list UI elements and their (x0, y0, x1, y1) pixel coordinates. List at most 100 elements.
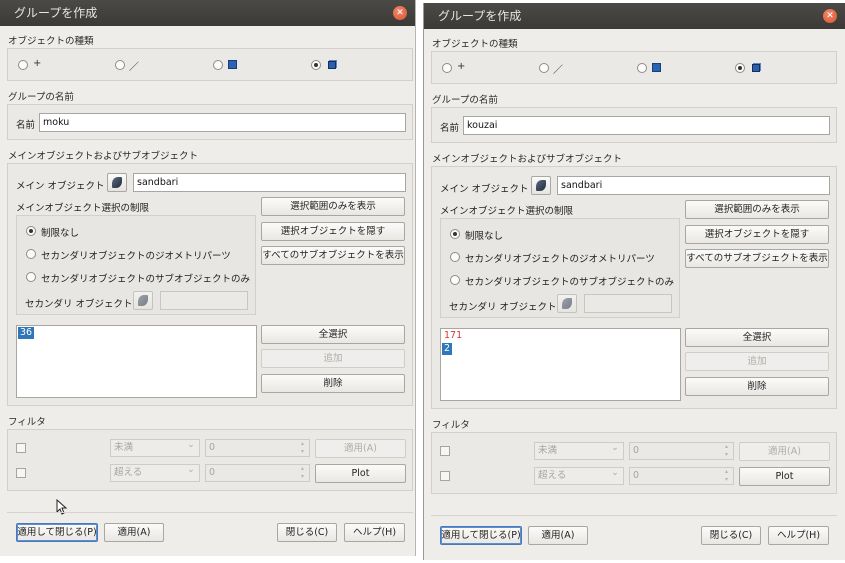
radio-solid[interactable] (311, 60, 321, 70)
list-item[interactable]: 2 (442, 343, 453, 355)
selection-arrow-icon (112, 177, 122, 188)
main-sub-box: メイン オブジェクト sandbari メインオブジェクト選択の制限 制限なし … (7, 163, 413, 406)
select-all-button[interactable]: 全選択 (261, 325, 405, 344)
point-icon: + (457, 61, 466, 72)
restriction-label-2: セカンダリオブジェクトのジオメトリパーツ (41, 251, 231, 262)
plot-button[interactable]: Plot (315, 464, 406, 483)
filter-combo-greater[interactable]: 超える (534, 465, 624, 485)
secondary-object-label: セカンダリ オブジェクト (25, 299, 133, 310)
restriction-label-2: セカンダリオブジェクトのジオメトリパーツ (465, 254, 655, 265)
filter-checkbox-greater[interactable] (16, 468, 26, 478)
main-object-label: メイン オブジェクト (440, 184, 529, 195)
radio-sub-objects-only[interactable] (450, 275, 460, 285)
filter-value-less[interactable]: 0 (629, 442, 734, 460)
radio-point[interactable] (18, 60, 28, 70)
selection-arrow-icon (138, 295, 148, 306)
secondary-object-field[interactable] (584, 294, 672, 313)
selection-arrow-icon (562, 298, 572, 309)
close-button[interactable]: 閉じる(C) (277, 523, 337, 542)
filter-checkbox-less[interactable] (16, 443, 26, 453)
solid-icon (328, 61, 336, 69)
close-icon[interactable]: ✕ (393, 6, 407, 20)
list-item[interactable]: 171 (442, 330, 464, 342)
filter-box: 未満 0 適用(A) 超える 0 Plot (7, 429, 413, 491)
apply-button[interactable]: 適用(A) (528, 526, 588, 545)
filter-checkbox-less[interactable] (440, 446, 450, 456)
selection-arrow-icon (536, 180, 546, 191)
object-type-heading: オブジェクトの種類 (8, 36, 94, 47)
radio-line[interactable] (539, 63, 549, 73)
restriction-box: 制限なし セカンダリオブジェクトのジオメトリパーツ セカンダリオブジェクトのサブ… (16, 215, 256, 315)
line-icon: ／ (129, 62, 139, 73)
radio-surface[interactable] (637, 63, 647, 73)
restriction-label-1: 制限なし (41, 228, 80, 239)
radio-surface[interactable] (213, 60, 223, 70)
subobject-list[interactable]: 171 2 (440, 328, 681, 401)
restriction-label-1: 制限なし (465, 231, 504, 242)
remove-button[interactable]: 削除 (261, 374, 405, 393)
filter-apply-button[interactable]: 適用(A) (739, 442, 830, 461)
select-main-object-button[interactable] (531, 176, 551, 195)
apply-and-close-button[interactable]: 適用して閉じる(P) (440, 526, 522, 545)
radio-no-restriction[interactable] (26, 226, 36, 236)
help-button[interactable]: ヘルプ(H) (768, 526, 829, 545)
name-label: 名前 (440, 123, 460, 134)
title-bar: グループを作成 ✕ (0, 0, 415, 26)
group-name-input[interactable]: kouzai (463, 116, 830, 135)
close-icon[interactable]: ✕ (823, 9, 837, 23)
radio-geometry-parts[interactable] (450, 252, 460, 262)
title-bar: グループを作成 ✕ (424, 3, 845, 29)
group-name-box: 名前 kouzai (431, 107, 837, 143)
remove-button[interactable]: 削除 (685, 377, 829, 396)
radio-line[interactable] (115, 60, 125, 70)
hide-selected-button[interactable]: 選択オブジェクトを隠す (685, 225, 829, 244)
show-only-selected-button[interactable]: 選択範囲のみを表示 (685, 200, 829, 219)
filter-combo-greater[interactable]: 超える (110, 462, 200, 482)
surface-icon (652, 63, 661, 72)
apply-button[interactable]: 適用(A) (104, 523, 164, 542)
filter-value-less[interactable]: 0 (205, 439, 310, 457)
footer-separator (431, 515, 837, 516)
select-all-button[interactable]: 全選択 (685, 328, 829, 347)
add-button[interactable]: 追加 (685, 352, 829, 371)
surface-icon (228, 60, 237, 69)
radio-sub-objects-only[interactable] (26, 272, 36, 282)
line-icon: ／ (553, 65, 563, 76)
main-sub-box: メイン オブジェクト sandbari メインオブジェクト選択の制限 制限なし … (431, 166, 837, 409)
point-icon: + (33, 58, 42, 69)
main-object-field[interactable]: sandbari (557, 176, 830, 195)
show-only-selected-button[interactable]: 選択範囲のみを表示 (261, 197, 405, 216)
help-button[interactable]: ヘルプ(H) (344, 523, 405, 542)
filter-value-greater[interactable]: 0 (629, 467, 734, 485)
apply-and-close-button[interactable]: 適用して閉じる(P) (16, 523, 98, 542)
group-name-input[interactable]: moku (39, 113, 406, 132)
group-name-heading: グループの名前 (8, 92, 74, 103)
restriction-label-3: セカンダリオブジェクトのサブオブジェクトのみ (41, 274, 251, 285)
footer-separator (7, 512, 413, 513)
show-all-subobjects-button[interactable]: すべてのサブオブジェクトを表示 (261, 246, 405, 265)
solid-icon (752, 64, 760, 72)
filter-value-greater[interactable]: 0 (205, 464, 310, 482)
main-object-field[interactable]: sandbari (133, 173, 406, 192)
close-button[interactable]: 閉じる(C) (701, 526, 761, 545)
select-main-object-button[interactable] (107, 173, 127, 192)
filter-apply-button[interactable]: 適用(A) (315, 439, 406, 458)
radio-solid[interactable] (735, 63, 745, 73)
show-all-subobjects-button[interactable]: すべてのサブオブジェクトを表示 (685, 249, 829, 268)
filter-combo-less[interactable]: 未満 (110, 437, 200, 457)
secondary-object-field[interactable] (160, 291, 248, 310)
select-secondary-object-button[interactable] (557, 294, 577, 313)
add-button[interactable]: 追加 (261, 349, 405, 368)
radio-point[interactable] (442, 63, 452, 73)
filter-checkbox-greater[interactable] (440, 471, 450, 481)
list-item[interactable]: 36 (18, 327, 35, 339)
create-group-dialog: グループを作成 ✕ オブジェクトの種類 + ／ グループの名前 名前 moku … (0, 0, 416, 556)
subobject-list[interactable]: 36 (16, 325, 257, 398)
select-secondary-object-button[interactable] (133, 291, 153, 310)
name-label: 名前 (16, 120, 36, 131)
radio-geometry-parts[interactable] (26, 249, 36, 259)
hide-selected-button[interactable]: 選択オブジェクトを隠す (261, 222, 405, 241)
radio-no-restriction[interactable] (450, 229, 460, 239)
filter-combo-less[interactable]: 未満 (534, 440, 624, 460)
plot-button[interactable]: Plot (739, 467, 830, 486)
